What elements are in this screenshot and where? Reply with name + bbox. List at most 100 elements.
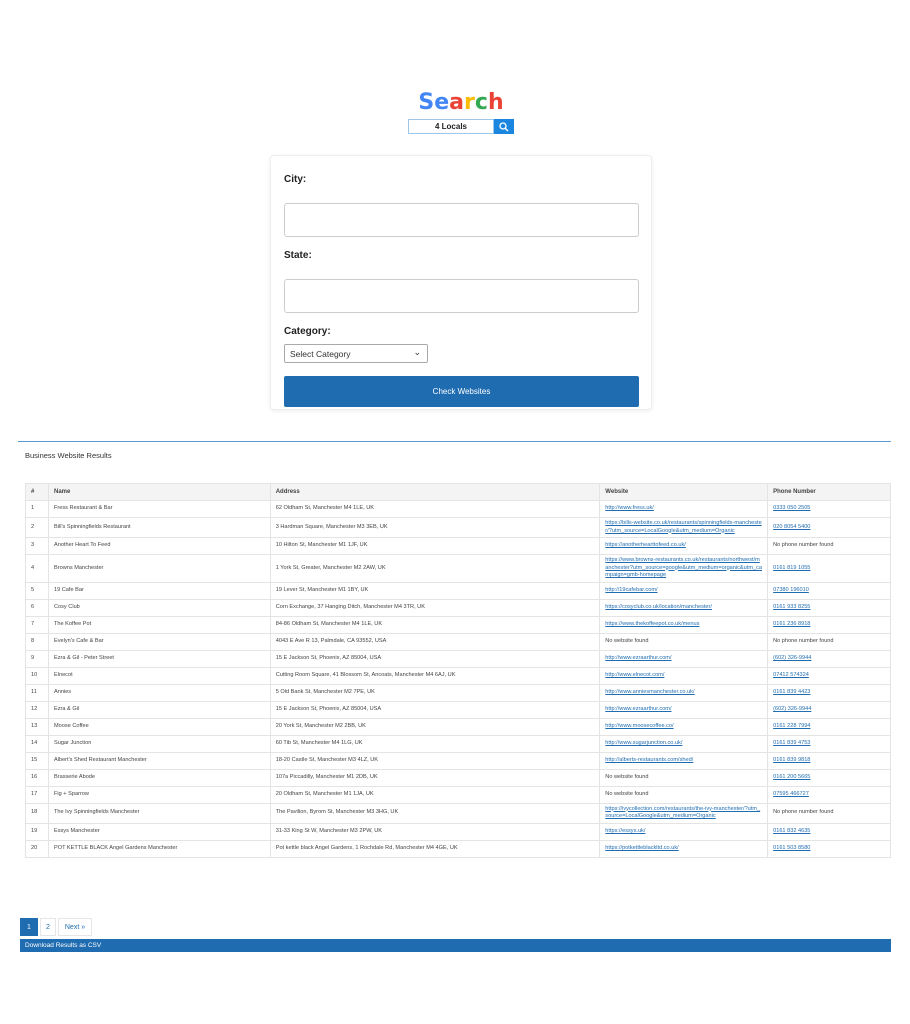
phone-number-link[interactable]: 0161 503 8580 bbox=[773, 845, 810, 851]
next-page-button[interactable]: Next » bbox=[58, 918, 92, 936]
website-cell: http://www.moosecoffee.co/ bbox=[599, 717, 769, 736]
website-link[interactable]: https://www.browns-restaurants.co.uk/res… bbox=[605, 557, 762, 578]
check-websites-button[interactable]: Check Websites bbox=[284, 376, 639, 407]
title-letter: e bbox=[434, 90, 450, 115]
website-cell: http://www.ezraarthur.com/ bbox=[599, 649, 769, 668]
phone-number-link[interactable]: 07412 574324 bbox=[773, 672, 809, 678]
website-link[interactable]: http://19cafebar.com/ bbox=[605, 587, 657, 593]
address-cell: 107a Piccadilly, Manchester M1 2DB, UK bbox=[269, 768, 601, 787]
chevron-down-icon: ⌄ bbox=[413, 347, 421, 357]
column-header: # bbox=[25, 483, 49, 501]
website-cell: No website found bbox=[599, 785, 769, 804]
phone-number-link[interactable]: 0161 200 5665 bbox=[773, 774, 810, 780]
column-header: Name bbox=[47, 483, 271, 501]
page-2-button[interactable]: 2 bbox=[40, 918, 56, 936]
pagination: 1 2 Next » bbox=[20, 918, 92, 936]
business-name-cell: Evelyn's Cafe & Bar bbox=[47, 632, 271, 651]
results-table: # Name Address Website Phone Number 1 Fress R… bbox=[25, 483, 891, 858]
phone-number-link[interactable]: 0161 933 8255 bbox=[773, 604, 810, 610]
business-name-cell: Cosy Club bbox=[47, 598, 271, 617]
address-cell: 15 E Jackson St, Phoenix, AZ 85004, USA bbox=[269, 649, 601, 668]
phone-number-link[interactable]: 0161 839 9818 bbox=[773, 757, 810, 763]
website-link[interactable]: http://www.elnecot.com/ bbox=[605, 672, 664, 678]
table-row: 19 Essys Manchester 31-33 King St W, Manch… bbox=[25, 822, 891, 841]
title-letter: S bbox=[418, 90, 435, 115]
row-number-cell: 13 bbox=[25, 717, 49, 736]
table-row: 6 Cosy Club Corn Exchange, 37 Hanging Ditc… bbox=[25, 598, 891, 617]
phone-number-link[interactable]: 0161 228 7994 bbox=[773, 723, 810, 729]
website-link[interactable]: https://bills-website.co.uk/restaurants/… bbox=[605, 520, 761, 534]
state-input[interactable] bbox=[284, 279, 639, 313]
row-number-cell: 12 bbox=[25, 700, 49, 719]
title-letter: c bbox=[474, 90, 488, 115]
website-cell: https://www.thekoffeepot.co.uk/menus bbox=[599, 615, 769, 634]
phone-number-link[interactable]: 0161 236 8918 bbox=[773, 621, 810, 627]
website-link[interactable]: https://cosyclub.co.uk/location/manchest… bbox=[605, 604, 712, 610]
website-link[interactable]: http://www.sugarjunction.co.uk/ bbox=[605, 740, 682, 746]
phone-number-link[interactable]: 020 8054 5400 bbox=[773, 524, 810, 530]
phone-number-link[interactable]: 07380 196010 bbox=[773, 587, 809, 593]
row-number-cell: 18 bbox=[25, 802, 49, 824]
business-name-cell: Moose Coffee bbox=[47, 717, 271, 736]
table-row: 8 Evelyn's Cafe & Bar 4043 E Ave R 13, Pal… bbox=[25, 632, 891, 651]
page-1-button[interactable]: 1 bbox=[20, 918, 38, 936]
row-number-cell: 19 bbox=[25, 822, 49, 841]
row-number-cell: 9 bbox=[25, 649, 49, 668]
business-name-cell: Annies bbox=[47, 683, 271, 702]
website-link[interactable]: http://www.moosecoffee.co/ bbox=[605, 723, 673, 729]
phone-number-link[interactable]: 0161 832 4635 bbox=[773, 828, 810, 834]
website-link[interactable]: https://ivycollection.com/restaurants/th… bbox=[605, 806, 760, 820]
city-label: City: bbox=[284, 174, 307, 185]
phone-number-cell: No phone number found bbox=[767, 802, 891, 824]
business-name-cell: Brasserie Abode bbox=[47, 768, 271, 787]
website-link[interactable]: http://www.fress.uk/ bbox=[605, 505, 654, 511]
website-link[interactable]: https://www.thekoffeepot.co.uk/menus bbox=[605, 621, 699, 627]
table-header: # Name Address Website Phone Number bbox=[25, 483, 891, 501]
website-link[interactable]: http://alberts-restaurants.com/shed/ bbox=[605, 757, 693, 763]
website-link[interactable]: https://anotherhearttofeed.co.uk/ bbox=[605, 542, 686, 548]
category-select[interactable]: Select Category ⌄ bbox=[284, 344, 428, 363]
city-input[interactable] bbox=[284, 203, 639, 237]
website-cell: https://ivycollection.com/restaurants/th… bbox=[599, 802, 769, 824]
table-row: 14 Sugar Junction 60 Tib St, Manchester M4… bbox=[25, 734, 891, 753]
business-name-cell: POT KETTLE BLACK Angel Gardens Mancheste… bbox=[47, 839, 271, 858]
table-row: 16 Brasserie Abode 107a Piccadilly, Manche… bbox=[25, 768, 891, 787]
table-row: 3 Another Heart To Feed 10 Hilton St, Manc… bbox=[25, 537, 891, 555]
phone-number-cell: 0161 236 8918 bbox=[767, 615, 891, 634]
website-cell: https://bills-website.co.uk/restaurants/… bbox=[599, 517, 769, 538]
phone-number-link[interactable]: (602) 326-9944 bbox=[773, 655, 811, 661]
business-name-cell: Bill's Spinningfields Restaurant bbox=[47, 517, 271, 538]
phone-number-link[interactable]: 07595 466727 bbox=[773, 791, 809, 797]
row-number-cell: 5 bbox=[25, 581, 49, 600]
phone-number-link[interactable]: 0333 050 2505 bbox=[773, 505, 810, 511]
website-cell: http://www.sugarjunction.co.uk/ bbox=[599, 734, 769, 753]
address-cell: 3 Hardman Square, Manchester M3 3EB, UK bbox=[269, 517, 601, 538]
website-cell: https://essys.uk/ bbox=[599, 822, 769, 841]
website-cell: https://potkettleblackltd.co.uk/ bbox=[599, 839, 769, 858]
phone-number-link[interactable]: 0161 839 4423 bbox=[773, 689, 810, 695]
address-cell: 62 Oldham St, Manchester M4 1LE, UK bbox=[269, 500, 601, 518]
phone-number-link[interactable]: (602) 326-9944 bbox=[773, 706, 811, 712]
phone-number-cell: 0161 503 8580 bbox=[767, 839, 891, 858]
row-number-cell: 1 bbox=[25, 500, 49, 518]
business-name-cell: Sugar Junction bbox=[47, 734, 271, 753]
website-link[interactable]: https://essys.uk/ bbox=[605, 828, 645, 834]
download-csv-button[interactable]: Download Results as CSV bbox=[20, 939, 891, 952]
title-letter: a bbox=[449, 90, 465, 115]
phone-number-link[interactable]: 0161 839 4753 bbox=[773, 740, 810, 746]
search-input[interactable] bbox=[408, 119, 494, 134]
website-link[interactable]: https://potkettleblackltd.co.uk/ bbox=[605, 845, 678, 851]
website-link[interactable]: http://www.ezraarthur.com/ bbox=[605, 706, 671, 712]
business-name-cell: Albert's Shed Restaurant Manchester bbox=[47, 751, 271, 770]
website-link[interactable]: http://www.anniesmanchester.co.uk/ bbox=[605, 689, 694, 695]
search-button[interactable] bbox=[494, 119, 514, 134]
address-cell: 5 Old Bank St, Manchester M2 7PE, UK bbox=[269, 683, 601, 702]
phone-number-cell: 0161 839 4753 bbox=[767, 734, 891, 753]
address-cell: 4043 E Ave R 13, Palmdale, CA 93552, USA bbox=[269, 632, 601, 651]
phone-number-link[interactable]: 0161 819 1055 bbox=[773, 565, 810, 571]
website-link[interactable]: http://www.ezraarthur.com/ bbox=[605, 655, 671, 661]
phone-number-cell: (602) 326-9944 bbox=[767, 649, 891, 668]
row-number-cell: 11 bbox=[25, 683, 49, 702]
website-cell: https://www.browns-restaurants.co.uk/res… bbox=[599, 554, 769, 583]
business-name-cell: Another Heart To Feed bbox=[47, 537, 271, 555]
